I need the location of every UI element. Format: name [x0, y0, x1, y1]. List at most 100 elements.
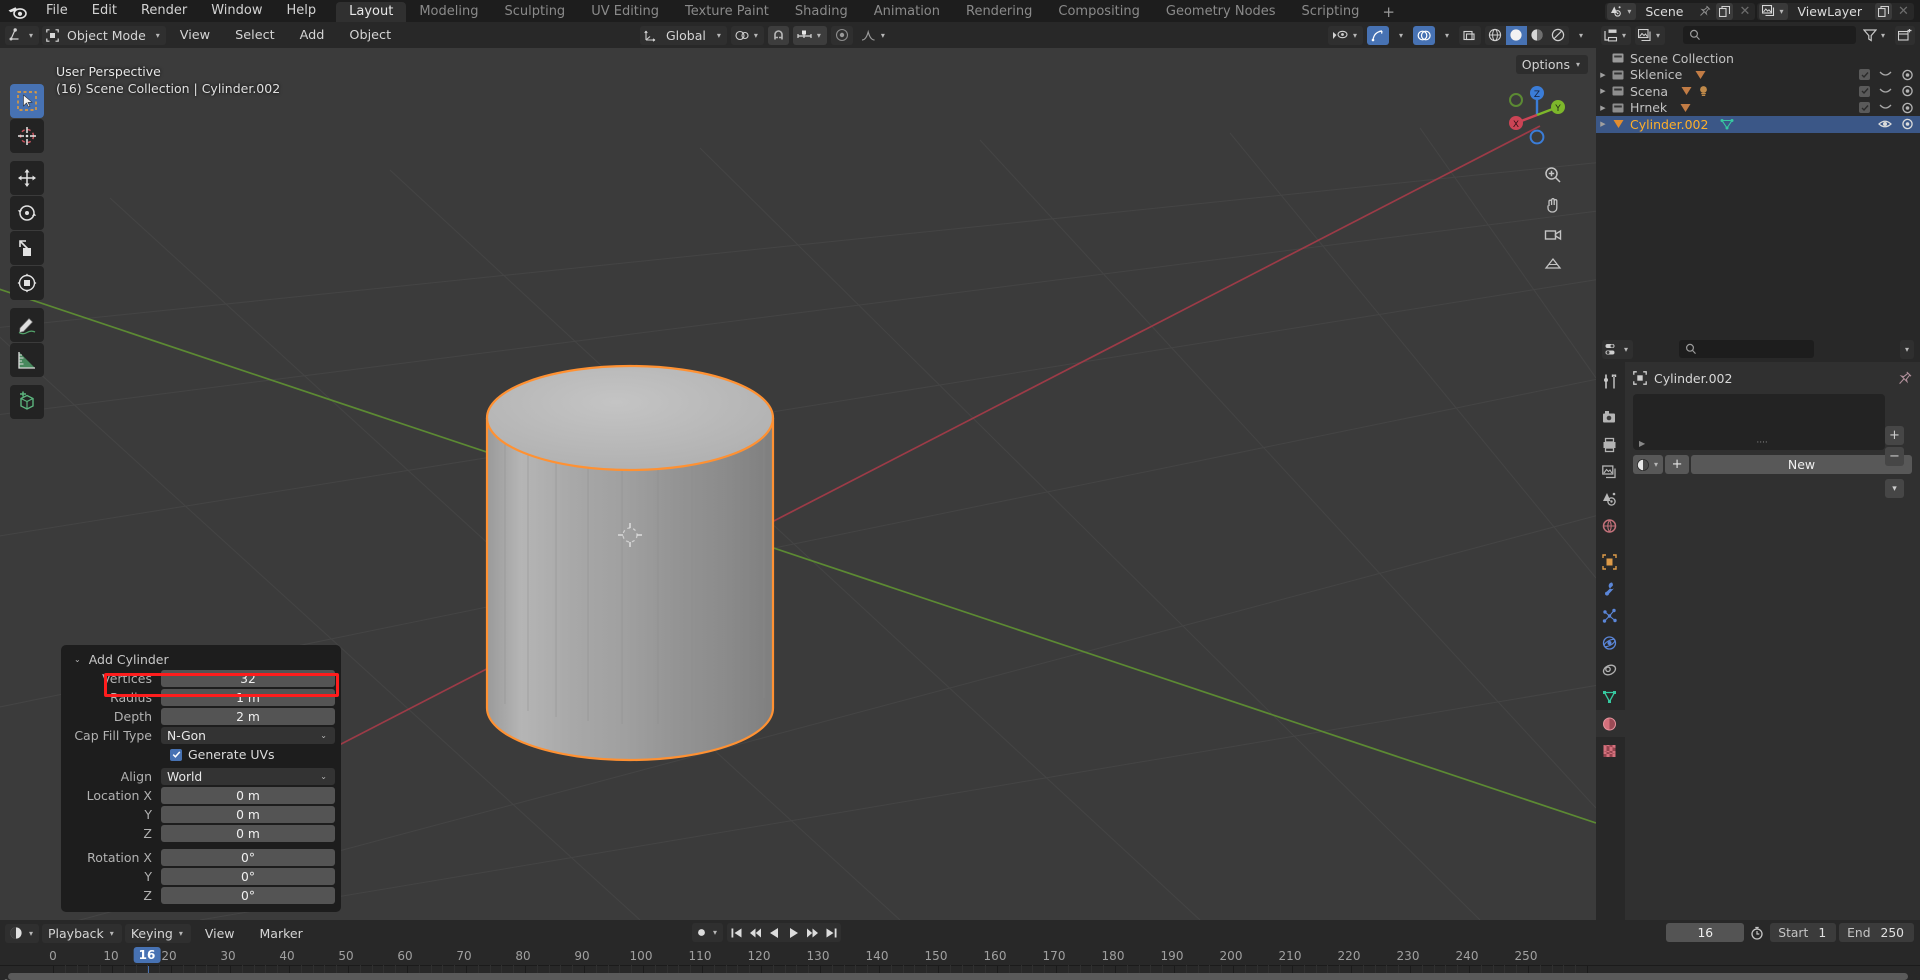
field-cap-fill-type-select[interactable]: N-Gon ⌄: [161, 727, 335, 744]
scale-tool[interactable]: [10, 231, 44, 265]
rotate-tool[interactable]: [10, 196, 44, 230]
outliner-item-cylinder-002[interactable]: ▶ Cylinder.002: [1596, 116, 1920, 133]
field-location-x[interactable]: Location X 0 m: [67, 787, 335, 804]
field-radius-value[interactable]: 1 m: [161, 689, 335, 706]
gizmo-options-dropdown[interactable]: ▾: [1393, 26, 1409, 45]
close-scene-button[interactable]: ✕: [1736, 3, 1753, 20]
field-location-z-value[interactable]: 0 m: [161, 825, 335, 842]
field-rotation-z-value[interactable]: 0°: [161, 887, 335, 904]
camera-render-icon[interactable]: [1901, 102, 1914, 114]
tab-scripting[interactable]: Scripting: [1289, 2, 1373, 22]
expand-triangle-icon[interactable]: ▶: [1596, 71, 1610, 79]
overlays-options-dropdown[interactable]: ▾: [1439, 26, 1455, 45]
camera-render-icon[interactable]: [1901, 118, 1914, 130]
wireframe-shading-icon[interactable]: [1485, 26, 1506, 45]
field-radius[interactable]: Radius 1 m: [67, 689, 335, 706]
camera-render-icon[interactable]: [1901, 85, 1914, 97]
tab-uv-editing[interactable]: UV Editing: [578, 2, 672, 22]
record-keyframe-icon[interactable]: ▾: [692, 923, 724, 942]
viewport-menu-add[interactable]: Add: [289, 26, 336, 45]
viewport-options-button[interactable]: Options ▾: [1515, 55, 1588, 74]
material-preview-shading-icon[interactable]: [1527, 26, 1548, 45]
field-rotation-y-value[interactable]: 0°: [161, 868, 335, 885]
physics-properties-tab[interactable]: [1596, 629, 1625, 656]
expand-triangle-icon[interactable]: ▶: [1596, 104, 1610, 112]
tool-properties-tab[interactable]: [1596, 368, 1625, 395]
outliner-display-mode-icon[interactable]: ▾: [1601, 25, 1632, 45]
field-align[interactable]: Align World ⌄: [67, 768, 335, 785]
navigation-gizmo[interactable]: Z Y X: [1500, 78, 1574, 152]
shading-options-dropdown[interactable]: ▾: [1573, 26, 1589, 45]
jump-to-next-keyframe-icon[interactable]: [803, 923, 822, 942]
tab-rendering[interactable]: Rendering: [953, 2, 1045, 22]
material-slot-list[interactable]: ▶ ····: [1633, 394, 1885, 450]
timeline-editor-icon[interactable]: ▾: [5, 923, 40, 943]
outliner-item-hrnek[interactable]: ▶ Hrnek: [1596, 100, 1920, 117]
duplicate-scene-button[interactable]: [1716, 2, 1734, 20]
particle-properties-tab[interactable]: [1596, 602, 1625, 629]
tab-shading[interactable]: Shading: [782, 2, 861, 22]
toggle-ortho-icon[interactable]: [1542, 254, 1564, 276]
camera-view-icon[interactable]: [1542, 224, 1564, 246]
tab-sculpting[interactable]: Sculpting: [491, 2, 578, 22]
tweak-select-box-tool[interactable]: [10, 84, 44, 118]
triangle-right-icon[interactable]: ▶: [1639, 439, 1645, 448]
field-rotation-x-value[interactable]: 0°: [161, 849, 335, 866]
solid-shading-icon[interactable]: [1505, 25, 1527, 45]
hide-curve-icon[interactable]: [1879, 70, 1892, 79]
play-icon[interactable]: [784, 923, 803, 942]
pivot-point-selector[interactable]: ▾: [730, 25, 764, 45]
rendered-shading-icon[interactable]: [1548, 26, 1569, 45]
field-rotation-x[interactable]: Rotation X 0°: [67, 849, 335, 866]
outliner-scene-collection-row[interactable]: Scene Collection: [1596, 50, 1920, 67]
keying-menu[interactable]: Keying ▾: [124, 923, 191, 943]
timeline-editor[interactable]: ▾ Playback ▾ Keying ▾ View Marker ▾ 16 S…: [0, 920, 1920, 980]
camera-render-icon[interactable]: [1901, 69, 1914, 81]
pin-icon[interactable]: [1696, 3, 1713, 20]
object-types-visibility-icon[interactable]: ▾: [1327, 25, 1363, 45]
menu-file[interactable]: File: [34, 0, 80, 22]
field-rotation-y[interactable]: Y 0°: [67, 868, 335, 885]
play-reverse-icon[interactable]: [765, 923, 784, 942]
close-viewlayer-button[interactable]: ✕: [1895, 3, 1912, 20]
zoom-icon[interactable]: [1542, 164, 1564, 186]
menu-help[interactable]: Help: [275, 0, 329, 22]
duplicate-viewlayer-button[interactable]: [1875, 2, 1892, 20]
object-data-properties-tab[interactable]: [1596, 683, 1625, 710]
field-depth-value[interactable]: 2 m: [161, 708, 335, 725]
generate-uvs-checkbox[interactable]: Generate UVs: [170, 746, 335, 763]
gizmo-toggle[interactable]: [1366, 25, 1389, 45]
properties-editor-icon[interactable]: ▾: [1602, 339, 1634, 359]
jump-to-end-icon[interactable]: [822, 923, 841, 942]
constraint-properties-tab[interactable]: [1596, 656, 1625, 683]
modifier-properties-tab[interactable]: [1596, 575, 1625, 602]
field-depth[interactable]: Depth 2 m: [67, 708, 335, 725]
checkbox-enabled-icon[interactable]: [1859, 69, 1870, 81]
falloff-curve-selector[interactable]: ▾: [857, 26, 891, 45]
field-location-y-value[interactable]: 0 m: [161, 806, 335, 823]
field-location-y[interactable]: Y 0 m: [67, 806, 335, 823]
scene-data-icon[interactable]: ▾: [1607, 2, 1637, 20]
expand-triangle-icon[interactable]: ▶: [1596, 120, 1610, 128]
field-location-x-value[interactable]: 0 m: [161, 787, 335, 804]
checkbox-enabled-icon[interactable]: [1859, 102, 1870, 114]
pan-hand-icon[interactable]: [1542, 194, 1564, 216]
remove-material-slot-button[interactable]: −: [1885, 447, 1904, 466]
xray-toggle[interactable]: [1458, 25, 1481, 45]
viewport-menu-object[interactable]: Object: [338, 26, 402, 45]
field-location-z[interactable]: Z 0 m: [67, 825, 335, 842]
world-properties-tab[interactable]: [1596, 512, 1625, 539]
tab-modeling[interactable]: Modeling: [406, 2, 491, 22]
filter-funnel-icon[interactable]: ▾: [1860, 26, 1890, 45]
move-tool[interactable]: [10, 161, 44, 195]
blender-logo-icon[interactable]: [0, 4, 34, 19]
add-material-slot-button[interactable]: +: [1885, 426, 1904, 445]
viewport-menu-select[interactable]: Select: [224, 26, 285, 45]
transform-tool[interactable]: [10, 266, 44, 300]
editor-type-3dview-icon[interactable]: ▾: [5, 25, 40, 45]
checkbox-checked-icon[interactable]: [170, 748, 182, 761]
3d-viewport[interactable]: User Perspective (16) Scene Collection |…: [0, 48, 1596, 920]
new-material-button[interactable]: New: [1691, 455, 1912, 474]
add-cube-tool[interactable]: [10, 385, 44, 419]
properties-search-input[interactable]: [1679, 340, 1814, 358]
